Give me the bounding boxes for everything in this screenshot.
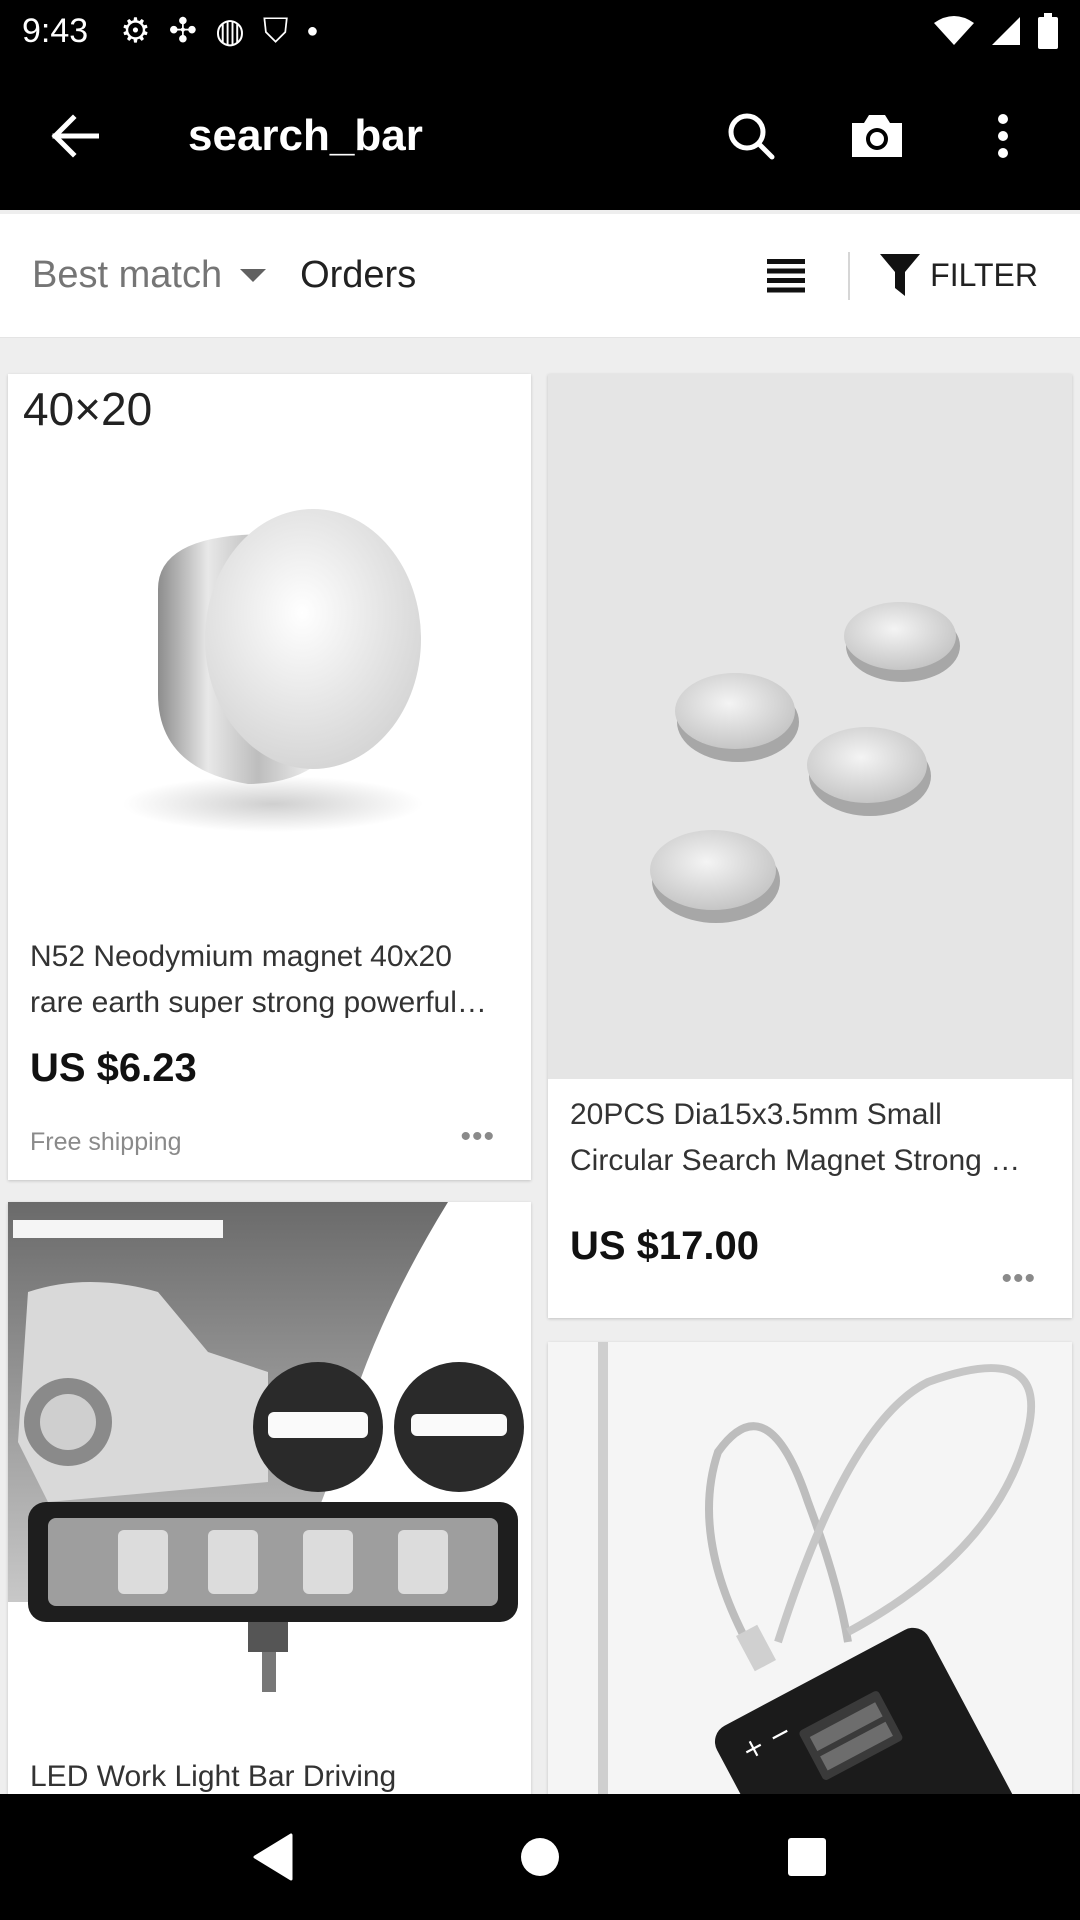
app-bar: search_bar [0,62,1080,210]
filter-funnel-icon [880,253,921,296]
battery-icon [1038,13,1058,49]
magnet-cylinder-image [123,509,423,832]
product-card[interactable]: + − [548,1342,1072,1794]
overflow-menu-button[interactable] [940,81,1066,191]
dot-icon: ● [306,20,319,42]
search-query-title[interactable]: search_bar [188,111,423,161]
product-title: N52 Neodymium magnet 40x20 rare earth su… [30,940,487,1019]
product-title: LED Work Light Bar Driving [30,1760,397,1793]
led-light-bar-image [8,1202,524,1692]
search-icon [728,113,775,160]
product-price: US $6.23 [30,1046,197,1090]
nav-recents-icon [787,1838,826,1876]
overflow-menu-icon [998,114,1008,158]
settings-icon: ⚙ [120,12,151,50]
filter-button[interactable]: FILTER [880,253,1038,298]
product-image: 40×20 [8,374,531,924]
filter-label: FILTER [930,257,1038,293]
small-magnets-image [650,602,960,923]
back-arrow-icon [51,114,99,158]
more-options-button[interactable]: ••• [460,1120,495,1154]
shipping-label: Free shipping [30,1128,182,1156]
status-notification-icons: ⚙ ✣ ◍ ⛉ ● [120,14,318,48]
product-grid: 40×20 N52 Neodymium magnet 40x20 rare ea… [0,362,1080,1794]
status-time: 9:43 [22,11,89,50]
status-bar: 9:43 ⚙ ✣ ◍ ⛉ ● [0,0,1080,62]
fan-icon: ✣ [168,12,198,50]
nav-back-icon [253,1833,293,1881]
status-system-icons [934,13,1058,49]
camera-search-button[interactable] [814,81,940,191]
sort-orders-option[interactable]: Orders [300,254,416,297]
product-card[interactable]: 40×20 N52 Neodymium magnet 40x20 rare ea… [8,374,531,1180]
camera-icon [852,115,902,157]
sort-best-match-dropdown[interactable]: Best match [32,254,267,297]
product-card[interactable]: LED Work Light Bar Driving [8,1202,531,1794]
product-title: 20PCS Dia15x3.5mm Small Circular Search … [570,1098,1021,1177]
product-image [548,374,1072,1079]
sort-bar-divider [848,251,851,300]
nav-back-button[interactable] [223,1807,323,1907]
product-image: + − [548,1342,1072,1794]
view-toggle-button[interactable] [746,236,826,316]
wifi-icon [934,16,974,45]
list-view-icon [767,258,806,292]
sort-filter-bar: Best match Orders FILTER [0,214,1080,338]
sync-icon: ◍ [215,12,245,50]
search-button[interactable] [688,81,814,191]
signal-icon [992,17,1020,45]
play-shield-icon: ⛉ [262,12,289,50]
sort-best-match-label: Best match [32,254,223,296]
product-card[interactable]: 20PCS Dia15x3.5mm Small Circular Search … [548,374,1072,1318]
power-module-image: + − [598,1342,1036,1794]
nav-home-icon [520,1838,559,1876]
product-image [8,1202,531,1732]
chevron-down-icon [240,269,267,282]
nav-home-button[interactable] [490,1807,590,1907]
product-price: US $17.00 [570,1224,760,1268]
nav-recents-button[interactable] [757,1807,857,1907]
more-options-button[interactable]: ••• [1001,1262,1036,1296]
back-button[interactable] [20,81,130,191]
system-navigation-bar [0,1794,1080,1920]
